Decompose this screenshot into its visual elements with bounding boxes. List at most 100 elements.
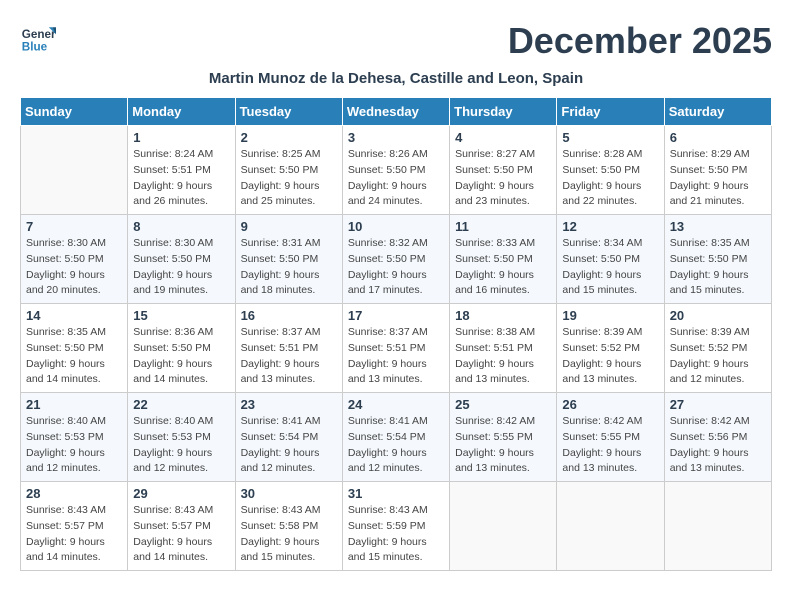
day-info: Sunrise: 8:29 AMSunset: 5:50 PMDaylight:…	[670, 147, 766, 210]
day-number: 19	[562, 308, 658, 323]
day-number: 10	[348, 219, 444, 234]
calendar-cell	[450, 482, 557, 571]
day-info: Sunrise: 8:26 AMSunset: 5:50 PMDaylight:…	[348, 147, 444, 210]
calendar-cell: 18Sunrise: 8:38 AMSunset: 5:51 PMDayligh…	[450, 304, 557, 393]
day-info: Sunrise: 8:38 AMSunset: 5:51 PMDaylight:…	[455, 325, 551, 388]
calendar-week-row: 28 Sunrise: 8:43 AMSunset: 5:57 PMDayligh…	[21, 482, 772, 571]
day-info: Sunrise: 8:43 AMSunset: 5:58 PMDaylight:…	[241, 503, 337, 566]
month-title: December 2025	[508, 20, 772, 62]
calendar-cell	[557, 482, 664, 571]
day-number: 7	[26, 219, 122, 234]
day-info: Sunrise: 8:33 AMSunset: 5:50 PMDaylight:…	[455, 236, 551, 299]
calendar-cell: 11 Sunrise: 8:33 AMSunset: 5:50 PMDayligh…	[450, 215, 557, 304]
day-info: Sunrise: 8:43 AMSunset: 5:57 PMDaylight:…	[133, 503, 229, 566]
day-number: 15	[133, 308, 229, 323]
weekday-header-thursday: Thursday	[450, 98, 557, 126]
calendar-table: SundayMondayTuesdayWednesdayThursdayFrid…	[20, 97, 772, 571]
day-number: 25	[455, 397, 551, 412]
calendar-week-row: 21Sunrise: 8:40 AMSunset: 5:53 PMDayligh…	[21, 393, 772, 482]
day-info: Sunrise: 8:31 AMSunset: 5:50 PMDaylight:…	[241, 236, 337, 299]
calendar-cell: 10 Sunrise: 8:32 AMSunset: 5:50 PMDayligh…	[342, 215, 449, 304]
day-info: Sunrise: 8:42 AMSunset: 5:55 PMDaylight:…	[562, 414, 658, 477]
weekday-header-saturday: Saturday	[664, 98, 771, 126]
calendar-cell: 22 Sunrise: 8:40 AMSunset: 5:53 PMDayligh…	[128, 393, 235, 482]
day-info: Sunrise: 8:30 AMSunset: 5:50 PMDaylight:…	[26, 236, 122, 299]
day-number: 29	[133, 486, 229, 501]
calendar-cell: 4Sunrise: 8:27 AMSunset: 5:50 PMDaylight…	[450, 126, 557, 215]
calendar-body: 1 Sunrise: 8:24 AMSunset: 5:51 PMDaylight…	[21, 126, 772, 571]
day-number: 23	[241, 397, 337, 412]
logo: General Blue	[20, 20, 56, 56]
day-number: 22	[133, 397, 229, 412]
day-number: 24	[348, 397, 444, 412]
day-info: Sunrise: 8:40 AMSunset: 5:53 PMDaylight:…	[26, 414, 122, 477]
calendar-cell: 13 Sunrise: 8:35 AMSunset: 5:50 PMDayligh…	[664, 215, 771, 304]
calendar-cell: 28 Sunrise: 8:43 AMSunset: 5:57 PMDayligh…	[21, 482, 128, 571]
day-info: Sunrise: 8:42 AMSunset: 5:56 PMDaylight:…	[670, 414, 766, 477]
page-header: General Blue December 2025	[20, 20, 772, 62]
logo-icon: General Blue	[20, 20, 56, 56]
day-number: 8	[133, 219, 229, 234]
day-info: Sunrise: 8:25 AMSunset: 5:50 PMDaylight:…	[241, 147, 337, 210]
day-info: Sunrise: 8:39 AMSunset: 5:52 PMDaylight:…	[670, 325, 766, 388]
calendar-header-row: SundayMondayTuesdayWednesdayThursdayFrid…	[21, 98, 772, 126]
weekday-header-monday: Monday	[128, 98, 235, 126]
day-number: 2	[241, 130, 337, 145]
day-info: Sunrise: 8:43 AMSunset: 5:57 PMDaylight:…	[26, 503, 122, 566]
day-info: Sunrise: 8:35 AMSunset: 5:50 PMDaylight:…	[670, 236, 766, 299]
day-info: Sunrise: 8:24 AMSunset: 5:51 PMDaylight:…	[133, 147, 229, 210]
day-info: Sunrise: 8:37 AMSunset: 5:51 PMDaylight:…	[348, 325, 444, 388]
day-info: Sunrise: 8:39 AMSunset: 5:52 PMDaylight:…	[562, 325, 658, 388]
calendar-cell: 19 Sunrise: 8:39 AMSunset: 5:52 PMDayligh…	[557, 304, 664, 393]
svg-text:General: General	[22, 28, 56, 41]
day-number: 3	[348, 130, 444, 145]
day-info: Sunrise: 8:36 AMSunset: 5:50 PMDaylight:…	[133, 325, 229, 388]
calendar-cell: 17Sunrise: 8:37 AMSunset: 5:51 PMDayligh…	[342, 304, 449, 393]
day-info: Sunrise: 8:27 AMSunset: 5:50 PMDaylight:…	[455, 147, 551, 210]
calendar-cell: 6 Sunrise: 8:29 AMSunset: 5:50 PMDaylight…	[664, 126, 771, 215]
calendar-cell	[664, 482, 771, 571]
calendar-cell: 2 Sunrise: 8:25 AMSunset: 5:50 PMDaylight…	[235, 126, 342, 215]
calendar-cell: 29 Sunrise: 8:43 AMSunset: 5:57 PMDayligh…	[128, 482, 235, 571]
day-number: 12	[562, 219, 658, 234]
calendar-week-row: 1 Sunrise: 8:24 AMSunset: 5:51 PMDaylight…	[21, 126, 772, 215]
day-number: 26	[562, 397, 658, 412]
calendar-cell: 24Sunrise: 8:41 AMSunset: 5:54 PMDayligh…	[342, 393, 449, 482]
calendar-cell: 9Sunrise: 8:31 AMSunset: 5:50 PMDaylight…	[235, 215, 342, 304]
calendar-cell: 30 Sunrise: 8:43 AMSunset: 5:58 PMDayligh…	[235, 482, 342, 571]
calendar-cell: 21Sunrise: 8:40 AMSunset: 5:53 PMDayligh…	[21, 393, 128, 482]
svg-text:Blue: Blue	[22, 41, 48, 54]
day-number: 30	[241, 486, 337, 501]
calendar-cell: 8 Sunrise: 8:30 AMSunset: 5:50 PMDaylight…	[128, 215, 235, 304]
day-number: 13	[670, 219, 766, 234]
calendar-cell	[21, 126, 128, 215]
day-number: 27	[670, 397, 766, 412]
calendar-cell: 26 Sunrise: 8:42 AMSunset: 5:55 PMDayligh…	[557, 393, 664, 482]
day-info: Sunrise: 8:30 AMSunset: 5:50 PMDaylight:…	[133, 236, 229, 299]
day-number: 16	[241, 308, 337, 323]
calendar-week-row: 7 Sunrise: 8:30 AMSunset: 5:50 PMDaylight…	[21, 215, 772, 304]
day-info: Sunrise: 8:28 AMSunset: 5:50 PMDaylight:…	[562, 147, 658, 210]
day-info: Sunrise: 8:40 AMSunset: 5:53 PMDaylight:…	[133, 414, 229, 477]
day-info: Sunrise: 8:37 AMSunset: 5:51 PMDaylight:…	[241, 325, 337, 388]
calendar-cell: 1 Sunrise: 8:24 AMSunset: 5:51 PMDaylight…	[128, 126, 235, 215]
weekday-header-friday: Friday	[557, 98, 664, 126]
day-number: 6	[670, 130, 766, 145]
day-number: 31	[348, 486, 444, 501]
location-title: Martin Munoz de la Dehesa, Castille and …	[20, 70, 772, 87]
day-info: Sunrise: 8:41 AMSunset: 5:54 PMDaylight:…	[241, 414, 337, 477]
calendar-week-row: 14 Sunrise: 8:35 AMSunset: 5:50 PMDayligh…	[21, 304, 772, 393]
day-info: Sunrise: 8:34 AMSunset: 5:50 PMDaylight:…	[562, 236, 658, 299]
weekday-header-sunday: Sunday	[21, 98, 128, 126]
day-number: 1	[133, 130, 229, 145]
calendar-cell: 14 Sunrise: 8:35 AMSunset: 5:50 PMDayligh…	[21, 304, 128, 393]
day-info: Sunrise: 8:35 AMSunset: 5:50 PMDaylight:…	[26, 325, 122, 388]
day-number: 14	[26, 308, 122, 323]
day-number: 28	[26, 486, 122, 501]
calendar-cell: 16 Sunrise: 8:37 AMSunset: 5:51 PMDayligh…	[235, 304, 342, 393]
calendar-cell: 31Sunrise: 8:43 AMSunset: 5:59 PMDayligh…	[342, 482, 449, 571]
calendar-cell: 23 Sunrise: 8:41 AMSunset: 5:54 PMDayligh…	[235, 393, 342, 482]
calendar-cell: 12 Sunrise: 8:34 AMSunset: 5:50 PMDayligh…	[557, 215, 664, 304]
day-number: 11	[455, 219, 551, 234]
day-info: Sunrise: 8:32 AMSunset: 5:50 PMDaylight:…	[348, 236, 444, 299]
